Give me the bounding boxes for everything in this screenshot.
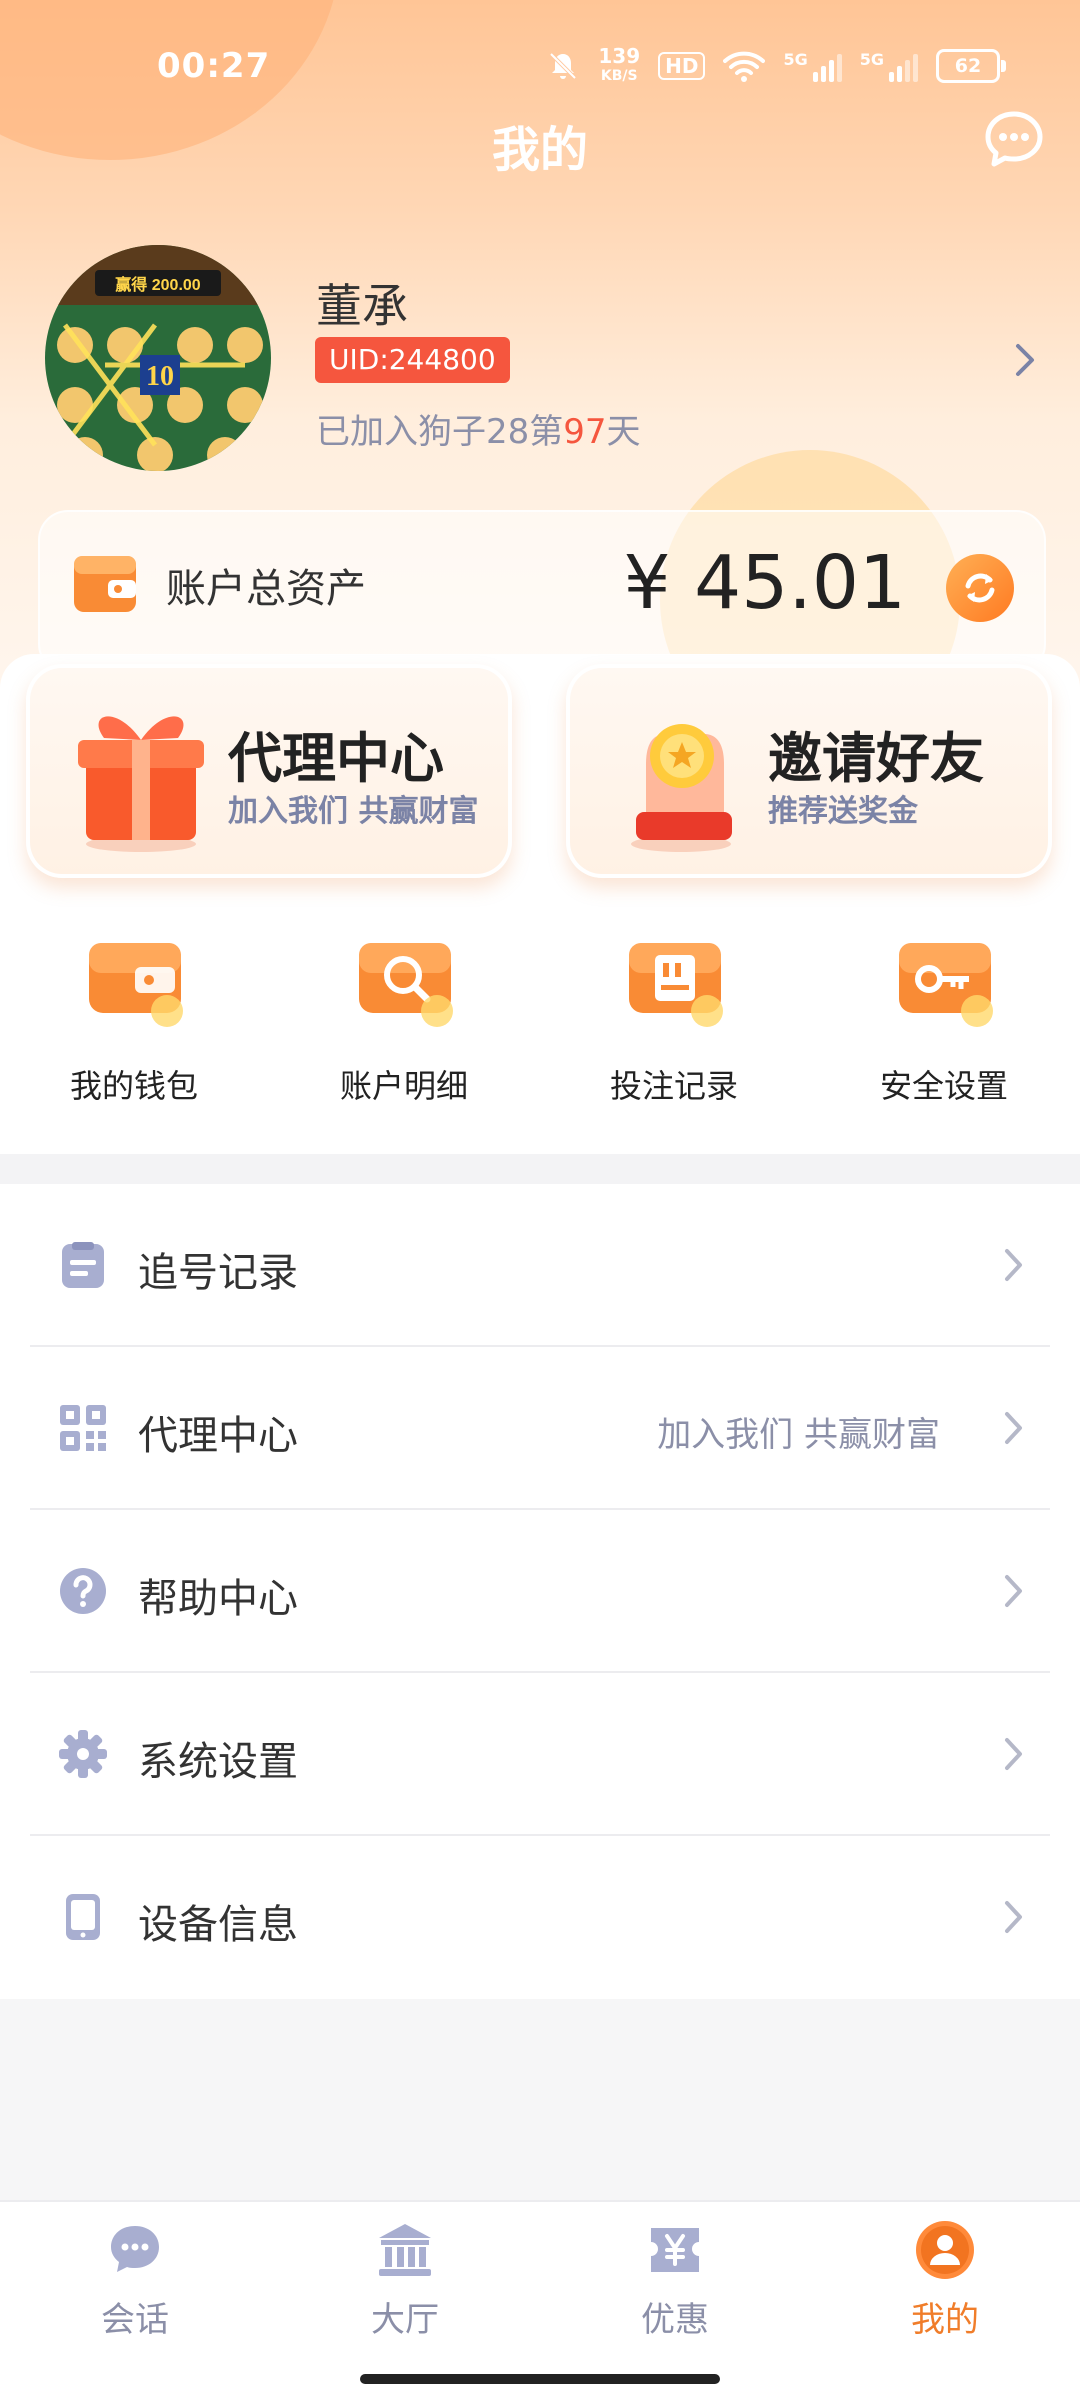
hd-badge: HD xyxy=(658,52,706,80)
joined-days-text: 已加入狗子28第97天 xyxy=(316,412,641,452)
tab-hall[interactable]: 大厅 xyxy=(305,2220,505,2341)
chevron-right-icon xyxy=(1005,1249,1022,1281)
quick-action-label: 我的钱包 xyxy=(69,1067,198,1105)
quick-action-label: 投注记录 xyxy=(609,1067,738,1105)
chevron-right-icon xyxy=(1005,1738,1022,1770)
coupon-icon xyxy=(651,2228,699,2272)
clipboard-icon xyxy=(62,1242,104,1288)
menu-item-help-center[interactable]: 帮助中心 xyxy=(0,1510,1080,1673)
message-icon[interactable] xyxy=(982,108,1046,172)
menu-item-device-info[interactable]: 设备信息 xyxy=(0,1836,1080,1999)
record-icon xyxy=(629,943,723,1027)
total-assets-card: 账户总资产 ¥ 45.01 xyxy=(38,510,1046,674)
menu-item-label: 代理中心 xyxy=(138,1413,298,1459)
help-icon xyxy=(60,1568,106,1614)
gift-box-icon xyxy=(78,716,204,852)
tab-chat[interactable]: 会话 xyxy=(35,2220,235,2341)
refresh-button[interactable] xyxy=(946,554,1014,622)
menu-item-label: 系统设置 xyxy=(138,1739,298,1785)
menu-item-label: 追号记录 xyxy=(138,1250,298,1296)
status-icons: 139 KB/S HD 5G 5G 62 xyxy=(546,44,1006,86)
signal-icon: 5G xyxy=(783,50,842,82)
total-assets-value: ¥ 45.01 xyxy=(623,540,906,626)
signal-icon: 5G xyxy=(860,50,918,82)
svg-text:10: 10 xyxy=(146,361,174,392)
refresh-icon xyxy=(965,573,995,603)
tab-label: 会话 xyxy=(101,2300,169,2340)
tab-label: 优惠 xyxy=(641,2300,709,2340)
promo-title: 代理中心 xyxy=(228,727,444,790)
chevron-right-icon xyxy=(1005,1412,1022,1444)
tab-mine[interactable]: 我的 xyxy=(845,2220,1045,2341)
username: 董承 xyxy=(316,279,408,333)
quick-action-wallet[interactable]: 我的钱包 xyxy=(34,925,234,1107)
chevron-right-icon xyxy=(1005,1575,1022,1607)
promo-subtitle: 推荐送奖金 xyxy=(768,794,918,829)
tab-promotions[interactable]: 优惠 xyxy=(575,2220,775,2341)
device-icon xyxy=(66,1894,100,1940)
quick-action-account-details[interactable]: 账户明细 xyxy=(304,925,504,1107)
total-assets-label: 账户总资产 xyxy=(166,566,366,612)
menu-item-chase-records[interactable]: 追号记录 xyxy=(0,1184,1080,1347)
wifi-icon xyxy=(723,51,766,82)
settings-menu-list: 追号记录 代理中心 加入我们 共赢财富 帮助中心 系统设置 设备信息 xyxy=(0,1184,1080,1999)
promo-title: 邀请好友 xyxy=(768,727,984,790)
wallet-icon xyxy=(89,943,183,1027)
menu-item-label: 设备信息 xyxy=(138,1902,298,1948)
hand-coin-icon xyxy=(631,724,732,852)
svg-text:赢得 200.00: 赢得 200.00 xyxy=(115,275,200,294)
page-title: 我的 xyxy=(491,122,588,178)
bottom-nav: 会话 大厅 优惠 我的 xyxy=(0,2200,1080,2402)
status-time: 00:27 xyxy=(157,46,271,86)
section-divider xyxy=(0,1154,1080,1184)
home-indicator[interactable] xyxy=(360,2374,720,2384)
quick-action-label: 账户明细 xyxy=(339,1067,468,1105)
quick-action-bet-records[interactable]: 投注记录 xyxy=(574,925,774,1107)
chevron-right-icon[interactable] xyxy=(1010,340,1040,380)
net-speed: 139 KB/S xyxy=(598,44,641,84)
user-icon xyxy=(916,2221,974,2279)
key-icon xyxy=(899,943,993,1027)
agent-center-card[interactable]: 代理中心 加入我们 共赢财富 xyxy=(26,664,512,878)
promo-subtitle: 加入我们 共赢财富 xyxy=(228,794,479,829)
menu-item-system-settings[interactable]: 系统设置 xyxy=(0,1673,1080,1836)
chat-icon xyxy=(111,2226,159,2272)
menu-item-hint: 加入我们 共赢财富 xyxy=(657,1415,940,1455)
hall-icon xyxy=(379,2224,431,2276)
invite-friends-card[interactable]: 邀请好友 推荐送奖金 xyxy=(566,664,1052,878)
search-icon xyxy=(359,943,453,1027)
quick-action-security-settings[interactable]: 安全设置 xyxy=(844,925,1044,1107)
avatar[interactable]: 赢得 200.00 10 xyxy=(45,245,271,471)
wallet-icon xyxy=(74,556,136,612)
menu-item-label: 帮助中心 xyxy=(138,1576,298,1622)
tab-label: 大厅 xyxy=(371,2300,439,2340)
battery-icon: 62 xyxy=(936,49,1006,83)
gear-icon xyxy=(59,1730,107,1778)
menu-item-agent-center[interactable]: 代理中心 加入我们 共赢财富 xyxy=(0,1347,1080,1510)
tab-label: 我的 xyxy=(911,2300,979,2340)
chevron-right-icon xyxy=(1005,1901,1022,1933)
qrcode-icon xyxy=(60,1405,106,1451)
quick-action-label: 安全设置 xyxy=(879,1067,1008,1105)
mute-bell-icon xyxy=(549,52,577,80)
uid-badge: UID:244800 xyxy=(315,337,510,383)
